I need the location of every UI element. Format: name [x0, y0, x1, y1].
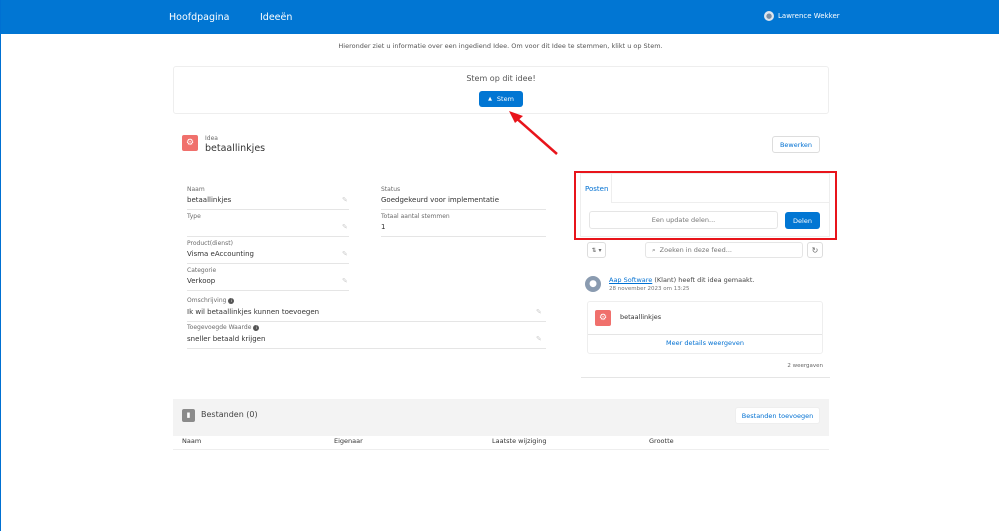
- record-title: betaallinkjes: [205, 143, 266, 154]
- edit-button[interactable]: Bewerken: [772, 136, 820, 153]
- edit-pencil-icon[interactable]: ✎: [536, 335, 542, 343]
- up-arrow-icon: ▲: [488, 96, 492, 102]
- divider: [187, 348, 546, 349]
- field-label-status: Status: [381, 186, 401, 193]
- info-icon[interactable]: i: [228, 298, 235, 304]
- user-name[interactable]: Lawrence Wekker: [778, 12, 840, 20]
- views-count: 2 weergaven: [787, 363, 823, 369]
- edit-pencil-icon[interactable]: ✎: [536, 308, 542, 316]
- column-naam[interactable]: Naam: [182, 437, 201, 445]
- divider: [187, 263, 349, 264]
- field-value-waarde: sneller betaald krijgen: [187, 335, 266, 343]
- field-label-stemmen: Totaal aantal stemmen: [381, 213, 450, 220]
- divider: [187, 321, 546, 322]
- nav-ideas[interactable]: Ideeën: [260, 12, 292, 23]
- annotation-highlight-box: [574, 171, 837, 240]
- card-title[interactable]: betaallinkjes: [620, 313, 661, 321]
- feed-item-date[interactable]: 28 november 2023 om 13:25: [609, 286, 690, 292]
- files-title: Bestanden (0): [201, 410, 258, 419]
- author-avatar-icon: ●: [585, 276, 601, 292]
- feed-item-text: Aap Software (Klant) heeft dit idea gema…: [609, 276, 755, 284]
- info-icon[interactable]: i: [253, 325, 260, 331]
- divider: [381, 236, 546, 237]
- top-nav-bar: [1, 0, 999, 34]
- field-value-naam: betaallinkjes: [187, 196, 232, 204]
- vote-title: Stem op dit idee!: [466, 74, 536, 83]
- annotation-arrow: [509, 111, 558, 155]
- field-value-status: Goedgekeurd voor implementatie: [381, 196, 500, 204]
- divider: [581, 377, 830, 378]
- edit-pencil-icon[interactable]: ✎: [342, 277, 348, 285]
- refresh-button[interactable]: ↻: [807, 242, 823, 258]
- column-grootte[interactable]: Grootte: [649, 437, 674, 445]
- author-link[interactable]: Aap Software: [609, 276, 652, 284]
- field-label-naam: Naam: [187, 186, 205, 193]
- nav-home[interactable]: Hoofdpagina: [169, 12, 230, 23]
- column-eigenaar[interactable]: Eigenaar: [334, 437, 363, 445]
- divider: [187, 236, 349, 237]
- divider: [187, 209, 349, 210]
- divider: [381, 209, 546, 210]
- field-value-product: Visma eAccounting: [187, 250, 254, 258]
- idea-gear-icon: ⚙: [595, 310, 611, 326]
- user-avatar-icon[interactable]: ●: [764, 11, 774, 21]
- vote-button-label: Stem: [496, 95, 514, 103]
- file-icon: ▮: [182, 409, 195, 422]
- field-label-categorie: Categorie: [187, 267, 217, 274]
- edit-pencil-icon[interactable]: ✎: [342, 223, 348, 231]
- feed-search-input[interactable]: ⌕ Zoeken in deze feed...: [645, 242, 803, 258]
- field-label-omschrijving: Omschrijving i: [187, 297, 235, 304]
- column-laatste-wijziging[interactable]: Laatste wijziging: [492, 437, 546, 445]
- field-value-stemmen: 1: [381, 223, 386, 231]
- files-header: [173, 399, 829, 436]
- field-label-waarde: Toegevoegde Waarde i: [187, 324, 260, 331]
- field-label-product: Product(dienst): [187, 240, 233, 247]
- sort-button[interactable]: ⇅ ▾: [587, 242, 606, 258]
- idea-gear-icon: ⚙: [182, 135, 198, 151]
- intro-text: Hieronder ziet u informatie over een ing…: [338, 42, 663, 50]
- field-value-categorie: Verkoop: [187, 277, 216, 285]
- edit-pencil-icon[interactable]: ✎: [342, 196, 348, 204]
- edit-pencil-icon[interactable]: ✎: [342, 250, 348, 258]
- field-label-type: Type: [187, 213, 201, 220]
- divider: [588, 334, 822, 335]
- more-details-link[interactable]: Meer details weergeven: [587, 339, 823, 347]
- add-files-button[interactable]: Bestanden toevoegen: [735, 407, 820, 424]
- record-type: Idea: [205, 135, 218, 142]
- field-value-omschrijving: Ik wil betaallinkjes kunnen toevoegen: [187, 308, 320, 316]
- search-icon: ⌕: [652, 245, 656, 254]
- divider: [187, 290, 349, 291]
